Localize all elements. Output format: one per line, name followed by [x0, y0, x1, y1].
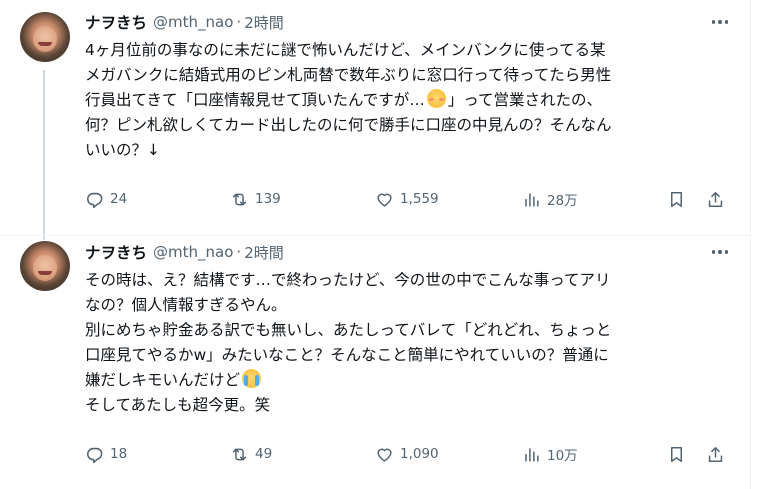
share-button[interactable] — [706, 442, 725, 466]
tweet-line: 何？ピン札欲しくてカード出したのに何で勝手に口座の中見んの？そんなん — [85, 116, 612, 134]
tweet-line: その時は、え？結構です…で終わったけど、今の世の中でこんな事ってアリ — [85, 271, 611, 289]
tweet-line: メガバンクに結婚式用のピン札両替で数年ぶりに窓口行って待ってたら男性 — [85, 66, 612, 84]
tweet-line: 別にめちゃ貯金ある訳でも無いし、あたしってバレて「どれどれ、ちょっと — [85, 321, 612, 339]
views-button[interactable]: 28万 — [522, 187, 578, 211]
tweet-line: そしてあたしも超今更。笑 — [85, 396, 271, 414]
more-options-icon[interactable] — [711, 241, 728, 263]
views-count: 10万 — [547, 448, 578, 464]
author-handle[interactable]: @mth_nao — [153, 13, 233, 31]
like-count: 1,559 — [400, 191, 439, 207]
share-button[interactable] — [706, 187, 725, 211]
share-icon — [708, 446, 723, 462]
retweet-count: 139 — [255, 191, 281, 207]
thread-line — [43, 70, 45, 240]
views-icon — [525, 192, 539, 207]
reply-count: 18 — [110, 446, 128, 462]
tweet-line-part: 嫌だしキモいんだけど — [85, 371, 241, 389]
tweet-text: 4ヶ月位前の事なのに未だに謎で怖いんだけど、メインバンクに使ってる某 メガバンク… — [85, 38, 735, 163]
avatar[interactable] — [20, 241, 70, 291]
bookmark-button[interactable] — [667, 187, 686, 211]
tweet-time[interactable]: 2時間 — [244, 242, 284, 263]
tweet-actions: 24 139 1,559 28万 — [85, 187, 733, 211]
views-button[interactable]: 10万 — [522, 442, 578, 466]
retweet-button[interactable]: 49 — [230, 442, 272, 466]
tweet-text: その時は、え？結構です…で終わったけど、今の世の中でこんな事ってアリ なの？個人… — [85, 268, 735, 418]
tweet-header: ナヲきち @mth_nao · 2時間 — [85, 241, 284, 263]
like-button[interactable]: 1,559 — [375, 187, 439, 211]
timeline-border — [750, 0, 751, 489]
tweet-actions: 18 49 1,090 10万 — [85, 442, 733, 466]
retweet-count: 49 — [255, 446, 273, 462]
views-icon — [525, 447, 539, 462]
tweet-line: 口座見てやるかw」みたいなこと？そんなこと簡単にやれていいの？普通に — [85, 346, 609, 364]
retweet-icon — [232, 448, 247, 460]
retweet-button[interactable]: 139 — [230, 187, 281, 211]
like-icon — [377, 448, 392, 462]
like-count: 1,090 — [400, 446, 439, 462]
smiling-face-with-blush-icon — [426, 89, 446, 108]
tweet-time[interactable]: 2時間 — [244, 12, 284, 33]
tweet-1[interactable]: ナヲきち @mth_nao · 2時間 4ヶ月位前の事なのに未だに謎で怖いんだけ… — [0, 0, 750, 240]
reply-count: 24 — [110, 191, 128, 207]
bookmark-icon — [670, 446, 683, 462]
reply-icon — [87, 192, 103, 208]
bookmark-button[interactable] — [667, 442, 686, 466]
author-name[interactable]: ナヲきち — [85, 241, 147, 263]
meta-separator: · — [236, 13, 242, 31]
tweet-line: 嫌だしキモいんだけど — [85, 368, 735, 393]
tweet-line: なの？個人情報すぎるやん。 — [85, 296, 287, 314]
loudly-crying-face-icon — [242, 369, 262, 388]
tweet-line: 4ヶ月位前の事なのに未だに謎で怖いんだけど、メインバンクに使ってる某 — [85, 41, 606, 59]
tweet-line-part: 行員出てきて「口座情報見せて頂いたんですが… — [85, 91, 425, 109]
meta-separator: · — [236, 243, 242, 261]
views-count: 28万 — [547, 193, 578, 209]
reply-button[interactable]: 18 — [85, 442, 127, 466]
retweet-icon — [232, 193, 247, 205]
bookmark-icon — [670, 191, 683, 207]
tweet-line: 行員出てきて「口座情報見せて頂いたんですが… 」って営業されたの、 — [85, 88, 735, 113]
tweet-line: いいの？↓ — [85, 141, 160, 159]
tweet-header: ナヲきち @mth_nao · 2時間 — [85, 11, 284, 33]
tweet-2[interactable]: ナヲきち @mth_nao · 2時間 その時は、え？結構です…で終わったけど、… — [0, 235, 750, 489]
reply-icon — [87, 447, 103, 463]
like-icon — [377, 193, 392, 207]
tweet-line-part: 」って営業されたの、 — [447, 91, 602, 109]
reply-button[interactable]: 24 — [85, 187, 127, 211]
more-options-icon[interactable] — [711, 11, 728, 33]
avatar[interactable] — [20, 12, 70, 62]
author-handle[interactable]: @mth_nao — [153, 243, 233, 261]
share-icon — [708, 191, 723, 207]
like-button[interactable]: 1,090 — [375, 442, 439, 466]
author-name[interactable]: ナヲきち — [85, 11, 147, 33]
